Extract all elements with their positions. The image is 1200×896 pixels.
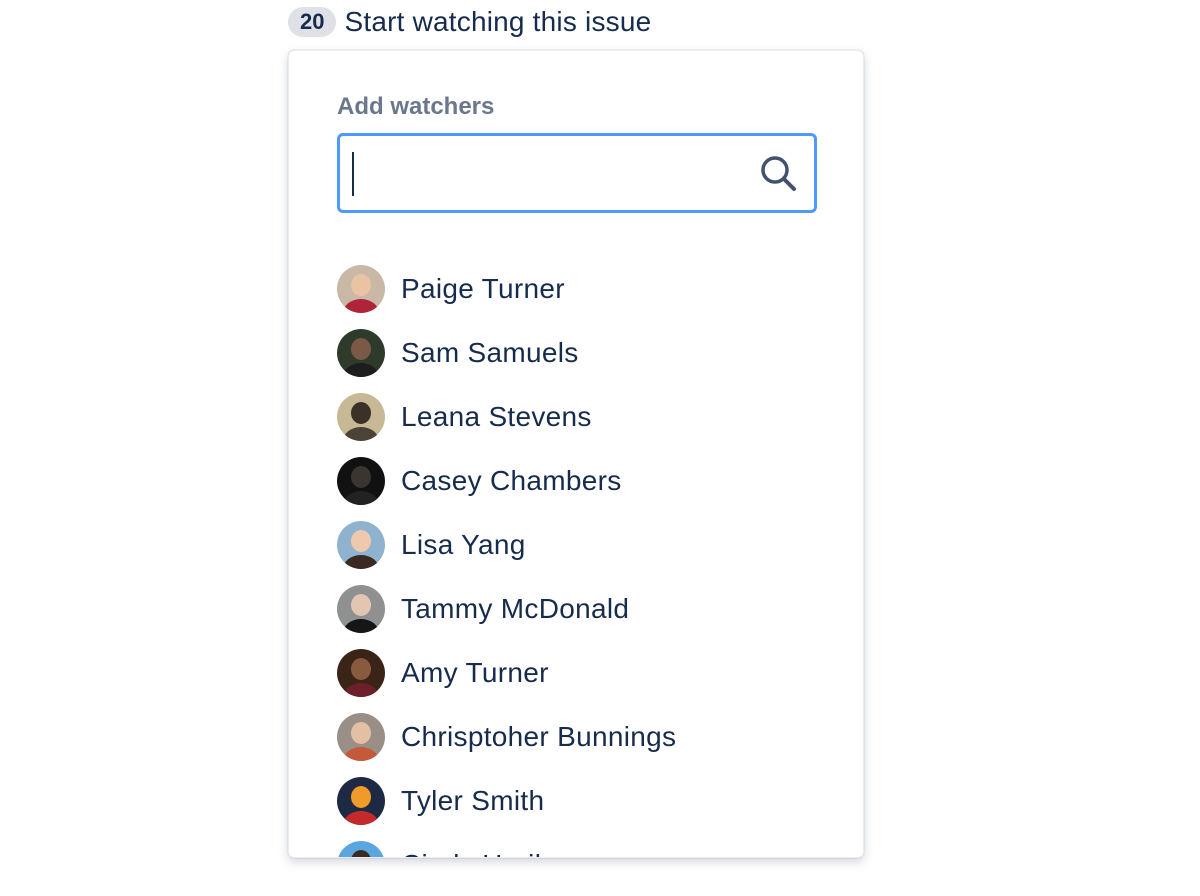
watcher-search-box[interactable] bbox=[337, 133, 817, 213]
user-option[interactable]: Sam Samuels bbox=[337, 321, 676, 385]
user-option[interactable]: Paige Turner bbox=[337, 257, 676, 321]
avatar bbox=[337, 521, 385, 569]
user-option[interactable]: Chrisptoher Bunnings bbox=[337, 705, 676, 769]
user-name: Tammy McDonald bbox=[401, 593, 630, 624]
watcher-count-badge: 20 bbox=[288, 7, 337, 37]
watch-issue-label: Start watching this issue bbox=[344, 6, 652, 37]
user-option[interactable]: Amy Turner bbox=[337, 641, 676, 705]
watchers-dropdown: Add watchers Paige Turner Sam Samuels Le… bbox=[288, 50, 864, 858]
user-option[interactable]: Leana Stevens bbox=[337, 385, 676, 449]
add-watchers-heading: Add watchers bbox=[337, 93, 495, 120]
search-icon[interactable] bbox=[758, 153, 798, 193]
avatar bbox=[337, 329, 385, 377]
avatar bbox=[337, 393, 385, 441]
avatar bbox=[337, 457, 385, 505]
user-name: Sam Samuels bbox=[401, 337, 579, 368]
watch-issue-button[interactable]: 20 Start watching this issue bbox=[288, 4, 651, 40]
user-name: Chrisptoher Bunnings bbox=[401, 721, 677, 752]
avatar bbox=[337, 777, 385, 825]
user-option[interactable]: Cindy Haribo bbox=[337, 833, 676, 857]
watcher-suggestion-list: Paige Turner Sam Samuels Leana Stevens C… bbox=[337, 257, 676, 857]
user-name: Tyler Smith bbox=[401, 785, 545, 816]
avatar bbox=[337, 841, 385, 857]
user-option[interactable]: Tammy McDonald bbox=[337, 577, 676, 641]
user-name: Casey Chambers bbox=[401, 465, 622, 496]
user-name: Cindy Haribo bbox=[401, 849, 566, 857]
user-option[interactable]: Tyler Smith bbox=[337, 769, 676, 833]
user-option[interactable]: Casey Chambers bbox=[337, 449, 676, 513]
avatar bbox=[337, 265, 385, 313]
avatar bbox=[337, 649, 385, 697]
user-name: Leana Stevens bbox=[401, 401, 592, 432]
avatar bbox=[337, 713, 385, 761]
user-name: Paige Turner bbox=[401, 273, 565, 304]
user-option[interactable]: Lisa Yang bbox=[337, 513, 676, 577]
user-name: Amy Turner bbox=[401, 657, 549, 688]
user-name: Lisa Yang bbox=[401, 529, 526, 560]
avatar bbox=[337, 585, 385, 633]
watcher-search-input[interactable] bbox=[352, 146, 756, 202]
